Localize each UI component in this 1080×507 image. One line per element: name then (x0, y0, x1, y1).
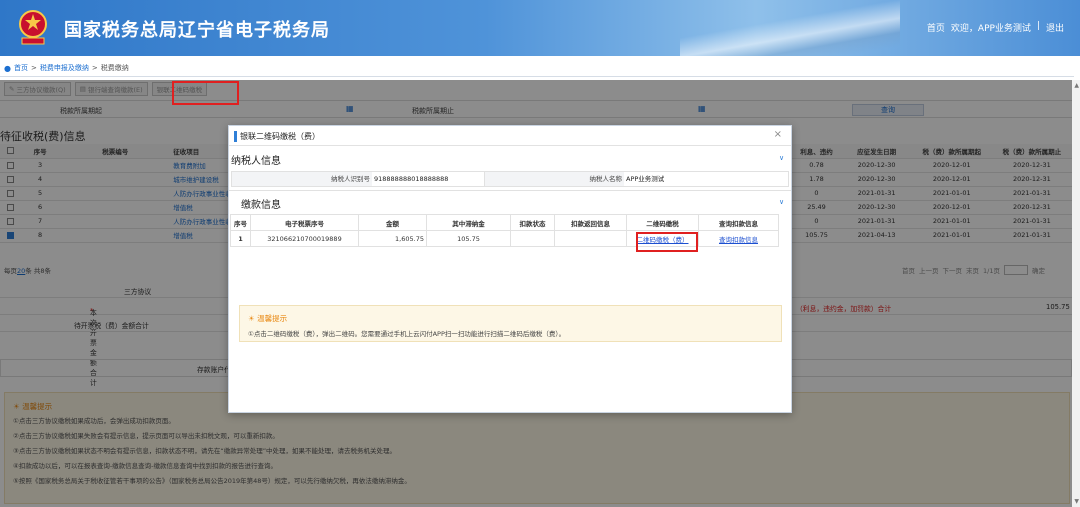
query-deduction-link[interactable]: 查询扣款信息 (719, 236, 758, 244)
tax-emblem-icon (19, 10, 47, 45)
modal-tip-box: ☀ 温馨提示 ①点击二维码缴税（费），弹出二维码。您需要通过手机上云闪付APP扫… (239, 305, 782, 342)
header-links: 首页 欢迎，APP业务测试 | 退出 (927, 21, 1064, 34)
highlight-qr-pay-link (636, 232, 698, 252)
chevron-down-icon[interactable]: ∨ (779, 198, 784, 206)
site-header: 国家税务总局辽宁省电子税务局 首页 欢迎，APP业务测试 | 退出 (0, 0, 1080, 56)
great-wall-banner (680, 0, 900, 56)
row-status (510, 230, 555, 247)
scroll-down-arrow-icon[interactable]: ▼ (1074, 498, 1079, 505)
chevron-down-icon[interactable]: ∨ (779, 154, 784, 162)
row-amount: 1,605.75 (358, 230, 427, 247)
col-late-fee: 其中滞纳金 (426, 214, 511, 231)
row-late-fee: 105.75 (426, 230, 511, 247)
query-cell: 查询扣款信息 (698, 230, 779, 247)
col-return-info: 扣款返回信息 (554, 214, 627, 231)
tin-value: 918888888018888888 (374, 175, 449, 183)
site-title: 国家税务总局辽宁省电子税务局 (64, 20, 330, 41)
name-label: 纳税人名称 (484, 172, 624, 186)
breadcrumb-tax-filing[interactable]: 税费申报及缴纳 (40, 63, 89, 73)
page-scrollbar[interactable] (1072, 80, 1080, 507)
payment-header-row: 序号 电子税票序号 金额 其中滞纳金 扣款状态 扣款返回信息 二维码缴税 查询扣… (230, 214, 779, 231)
divider (229, 190, 791, 191)
breadcrumb-home[interactable]: 首页 (14, 63, 28, 73)
col-amount: 金额 (358, 214, 427, 231)
taxpayer-info-row: 纳税人识别号 918888888018888888 纳税人名称 APP业务测试 (231, 171, 789, 187)
home-link[interactable]: 首页 (927, 21, 945, 34)
col-ticket: 电子税票序号 (250, 214, 359, 231)
highlight-qr-toolbar-button (172, 81, 239, 105)
breadcrumb-sep: > (30, 64, 37, 72)
row-no: 1 (230, 230, 251, 247)
payment-section-title: 缴款信息 (241, 200, 281, 211)
row-return-info (554, 230, 627, 247)
link-separator: | (1036, 21, 1040, 31)
scroll-up-arrow-icon[interactable]: ▲ (1074, 82, 1079, 89)
breadcrumb-current: 税费缴纳 (100, 64, 129, 72)
breadcrumb: ● 首页 > 税费申报及缴纳 > 税费缴纳 (4, 63, 129, 73)
welcome-text: 欢迎，APP业务测试 (950, 24, 1031, 34)
unionpay-qr-modal: 银联二维码缴税（费） × 纳税人信息 ∨ 纳税人识别号 918888888018… (228, 125, 792, 413)
modal-tip-text: ①点击二维码缴税（费），弹出二维码。您需要通过手机上云闪付APP扫一扫功能进行扫… (248, 330, 566, 338)
col-query: 查询扣款信息 (698, 214, 779, 231)
modal-title: 银联二维码缴税（费） (240, 132, 320, 141)
modal-tip-title-text: 温馨提示 (257, 314, 288, 323)
divider (0, 76, 1074, 77)
tin-label: 纳税人识别号 (232, 172, 372, 186)
col-status: 扣款状态 (510, 214, 555, 231)
location-pin-icon: ● (4, 63, 11, 73)
name-value: APP业务测试 (626, 175, 665, 183)
modal-header: 银联二维码缴税（费） × (229, 126, 791, 146)
taxpayer-section-title: 纳税人信息 (231, 156, 281, 167)
close-icon[interactable]: × (774, 129, 782, 140)
title-accent-bar (234, 131, 237, 142)
row-ticket: 321066210700019889 (250, 230, 359, 247)
col-no: 序号 (230, 214, 251, 231)
breadcrumb-sep: > (91, 64, 98, 72)
modal-tip-title: ☀ 温馨提示 (248, 314, 288, 323)
col-qr-pay: 二维码缴税 (626, 214, 699, 231)
logout-link[interactable]: 退出 (1046, 21, 1064, 34)
